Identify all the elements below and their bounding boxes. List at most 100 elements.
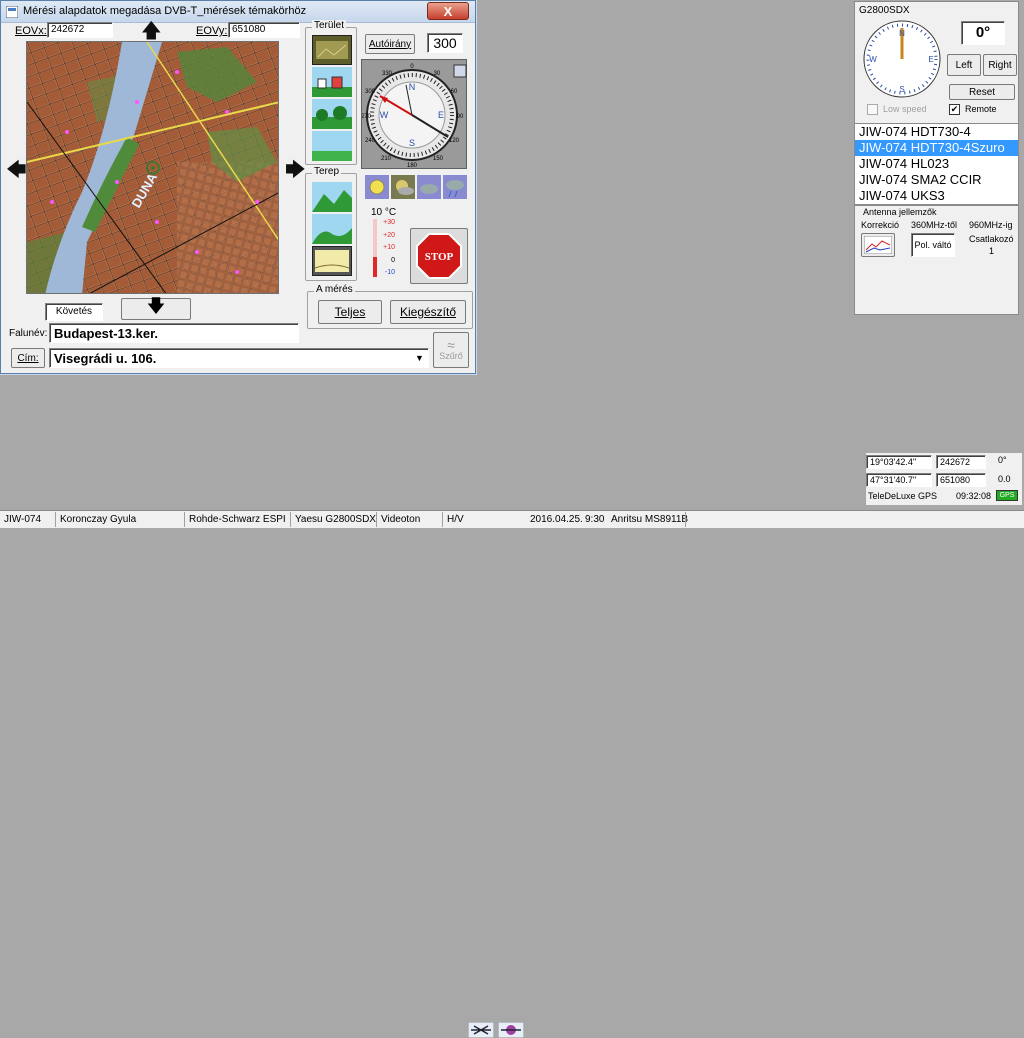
city-field[interactable]: Budapest-13.ker. [49,323,299,343]
antenna-list[interactable]: JIW-074 HDT730-4 JIW-074 HDT730-4Szuro J… [854,123,1019,205]
city-label: Falunév: [9,328,48,339]
gps-source: TeleDeLuxe GPS [868,491,938,501]
svg-text:E: E [928,55,933,64]
connector-value: 1 [989,246,995,256]
svg-text:N: N [409,82,416,92]
azimuth-field[interactable]: 300 [427,33,463,53]
status-date: 2016.04.25. [530,514,583,525]
gps-eovy: 651080 [936,473,986,487]
follow-tab[interactable]: Követés [45,303,103,321]
open-area-icon[interactable] [312,131,352,161]
dialog-titlebar[interactable]: Mérési alapdatok megadása DVB-T_mérések … [1,1,475,23]
eovy-label: EOVy: [196,25,228,37]
urban-icon[interactable] [312,35,352,65]
arrow-right-icon[interactable]: 🡆 [285,160,306,180]
temperature-scale: +30 +20 +10 0 -10 [383,219,395,276]
status-rotator: Yaesu G2800SDX [295,514,376,525]
rotator-title: G2800SDX [859,5,910,16]
svg-text:270: 270 [362,114,372,120]
svg-text:240: 240 [365,138,376,144]
status-time: 9:30 [585,514,605,525]
reset-button[interactable]: Reset [949,84,1015,100]
stop-sign-icon: STOP [416,233,462,279]
close-button[interactable]: X [427,2,469,20]
full-measurement-button[interactable]: Teljes [318,300,382,324]
gps-heading: 0° [998,455,1007,465]
list-item[interactable]: JIW-074 UKS3 [855,188,1018,204]
partly-cloudy-icon[interactable] [391,175,415,199]
wave-icon: ≈ [447,337,455,353]
map-view[interactable]: DUNA [26,41,279,294]
gps-status-badge: GPS [996,490,1018,501]
hilly-terrain-icon[interactable] [312,182,352,212]
svg-text:W: W [869,55,877,64]
eovy-field[interactable]: 651080 [228,22,300,38]
gps-panel: 19°03'42.4'' 242672 0° 47°31'40.7'' 6510… [866,453,1022,505]
svg-text:120: 120 [449,138,460,144]
rotate-left-button[interactable]: Left [947,54,981,76]
remote-checkbox[interactable]: ✔ [949,104,960,115]
svg-text:60: 60 [451,89,458,95]
status-analyzer: Anritsu MS8911B [611,514,689,525]
chart-icon [864,236,892,254]
polarization-switch[interactable]: Pol. váltó [911,233,955,257]
stop-button[interactable]: STOP [410,228,468,284]
low-speed-checkbox[interactable] [867,104,878,115]
measurement-group: A mérés Teljes Kiegészítő [307,284,473,329]
svg-text:30: 30 [434,71,441,77]
list-item[interactable]: JIW-074 SMA2 CCIR [855,172,1018,188]
compass-dial[interactable]: N E S W 0 30 60 90 120 150 180 210 240 2… [361,60,468,170]
svg-text:E: E [438,110,444,120]
rotator-panel: G2800SDX N E S W 0° Left Right Reset Low… [854,1,1019,125]
antenna-properties-title: Antenna jellemzők [863,207,937,217]
auto-direction-button[interactable]: Autóirány [365,34,415,54]
rural-icon[interactable] [312,99,352,129]
list-item[interactable]: JIW-074 HDT730-4Szuro [855,140,1018,156]
low-speed-label: Low speed [883,104,927,114]
chevron-down-icon[interactable]: ▼ [415,353,424,363]
svg-text:W: W [380,110,389,120]
address-button[interactable]: Cím: [11,348,45,368]
address-select[interactable]: Visegrádi u. 106. [49,348,429,368]
measurement-group-title: A mérés [314,284,355,295]
status-operator: Koronczay Gyula [60,514,137,525]
reset-compass-icon[interactable] [453,64,467,78]
gps-speed: 0.0 [998,474,1011,484]
filter-button[interactable]: ≈ Szűrő [433,332,469,368]
correction-chart-button[interactable] [861,233,895,257]
terrain-group: Terep [305,166,357,281]
eovx-field[interactable]: 242672 [47,22,113,38]
freq-to-label: 960MHz-ig [969,220,1013,230]
suburban-icon[interactable] [312,67,352,97]
list-item[interactable]: JIW-074 HDT730-4 [855,124,1018,140]
cloudy-icon[interactable] [417,175,441,199]
rotator-compass[interactable]: N E S W [861,18,943,100]
gps-latitude: 47°31'40.7'' [866,473,932,487]
gps-longitude: 19°03'42.4'' [866,455,932,469]
compass-panel: N E S W 0 30 60 90 120 150 180 210 240 2… [361,59,467,169]
status-polarity: H/V [447,514,464,525]
list-item[interactable]: JIW-074 HL023 [855,156,1018,172]
connector-label: Csatlakozó [969,234,1014,244]
gps-eovx: 242672 [936,455,986,469]
svg-text:330: 330 [382,71,393,77]
dialog-title: Mérési alapdatok megadása DVB-T_mérések … [23,5,307,17]
sunny-icon[interactable] [365,175,389,199]
flat-terrain-icon[interactable] [312,246,352,276]
status-bar: JIW-074 Koronczay Gyula Rohde-Schwarz ES… [0,510,1024,1038]
supplementary-measurement-button[interactable]: Kiegészítő [390,300,466,324]
scroll-down-button[interactable]: 🡇 [121,296,191,320]
svg-text:150: 150 [433,156,444,162]
measurement-dialog: Mérési alapdatok megadása DVB-T_mérések … [0,0,476,374]
svg-text:300: 300 [365,89,376,95]
svg-text:180: 180 [407,163,418,169]
rainy-icon[interactable] [443,175,467,199]
remote-label: Remote [965,104,997,114]
rotate-right-button[interactable]: Right [983,54,1017,76]
arrow-left-icon[interactable]: 🡄 [6,160,27,180]
arrow-up-icon[interactable]: 🡅 [141,21,162,41]
svg-text:N: N [899,29,905,38]
thermometer-bar [373,219,377,277]
terrain-group-title: Terep [312,166,342,177]
rolling-terrain-icon[interactable] [312,214,352,244]
